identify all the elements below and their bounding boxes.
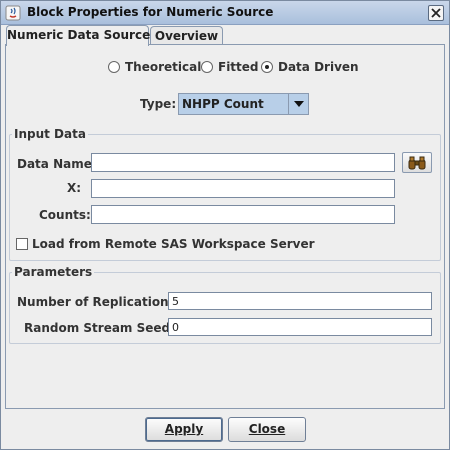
apply-button[interactable]: Apply bbox=[145, 417, 223, 442]
counts-field[interactable] bbox=[91, 205, 395, 224]
tab-overview[interactable]: Overview bbox=[150, 26, 223, 45]
type-dropdown-button[interactable] bbox=[288, 94, 308, 114]
close-icon bbox=[431, 8, 441, 18]
x-label: X: bbox=[67, 181, 82, 195]
type-select-value: NHPP Count bbox=[182, 97, 264, 111]
counts-label: Counts: bbox=[39, 208, 91, 222]
radio-label: Fitted bbox=[218, 60, 259, 74]
remote-sas-checkbox-label: Load from Remote SAS Workspace Server bbox=[32, 237, 315, 251]
browse-data-button[interactable] bbox=[402, 152, 432, 173]
type-label: Type: bbox=[140, 97, 177, 111]
tab-numeric-data-source[interactable]: Numeric Data Source bbox=[6, 25, 151, 46]
parameters-title: Parameters bbox=[12, 265, 95, 279]
chevron-down-icon bbox=[293, 101, 304, 107]
data-name-label: Data Name: bbox=[17, 157, 97, 171]
radio-circle[interactable] bbox=[201, 61, 213, 73]
radio-fitted[interactable]: Fitted bbox=[201, 60, 259, 74]
replications-field[interactable] bbox=[168, 292, 432, 310]
radio-circle[interactable] bbox=[261, 61, 273, 73]
title-bar[interactable]: Block Properties for Numeric Source bbox=[1, 1, 449, 25]
dialog-window: Block Properties for Numeric Source Nume… bbox=[0, 0, 450, 450]
input-data-title: Input Data bbox=[12, 127, 88, 141]
replications-label: Number of Replications : bbox=[17, 295, 185, 309]
window-title: Block Properties for Numeric Source bbox=[27, 5, 274, 19]
radio-data-driven[interactable]: Data Driven bbox=[261, 60, 359, 74]
binoculars-icon bbox=[408, 156, 426, 169]
tab-label: Overview bbox=[154, 29, 219, 43]
data-name-field[interactable] bbox=[91, 153, 395, 172]
tab-label: Numeric Data Source bbox=[7, 28, 151, 42]
close-button[interactable]: Close bbox=[228, 417, 306, 442]
radio-theoretical[interactable]: Theoretical bbox=[108, 60, 201, 74]
remote-sas-checkbox-row[interactable]: Load from Remote SAS Workspace Server bbox=[16, 237, 315, 251]
close-button-label: Close bbox=[248, 422, 286, 436]
remote-sas-checkbox[interactable] bbox=[16, 238, 28, 250]
apply-button-label: Apply bbox=[164, 422, 204, 436]
close-window-button[interactable] bbox=[428, 5, 444, 21]
x-field[interactable] bbox=[91, 179, 395, 198]
seed-label: Random Stream Seed : bbox=[24, 321, 180, 335]
radio-label: Data Driven bbox=[278, 60, 359, 74]
distribution-radio-group: Theoretical Fitted Data Driven bbox=[1, 60, 449, 76]
radio-label: Theoretical bbox=[125, 60, 202, 74]
radio-circle[interactable] bbox=[108, 61, 120, 73]
java-app-icon bbox=[5, 5, 21, 21]
seed-field[interactable] bbox=[168, 318, 432, 336]
type-select[interactable]: NHPP Count bbox=[178, 93, 309, 115]
